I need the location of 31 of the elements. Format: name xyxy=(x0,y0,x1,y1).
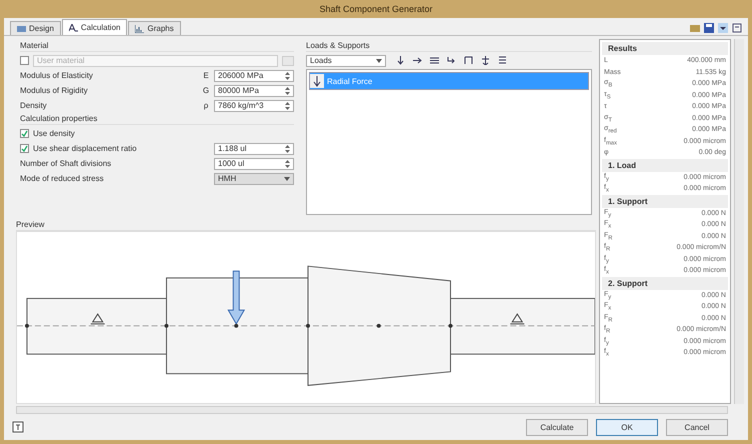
value-field[interactable]: 206000 MPa xyxy=(214,70,294,82)
value-field[interactable]: 1.188 ul xyxy=(214,142,294,154)
value-field[interactable]: 1000 ul xyxy=(214,158,294,170)
symbol-label: E xyxy=(202,71,210,80)
property-label: Use shear displacement ratio xyxy=(33,144,138,153)
property-label: Modulus of Rigidity xyxy=(20,86,89,95)
dialog-button[interactable]: Calculate xyxy=(526,418,588,436)
group-title: Loads & Supports xyxy=(306,41,592,52)
section-title: 1. Load xyxy=(602,158,728,172)
dialog-button[interactable]: Cancel xyxy=(666,418,728,436)
dialog-button[interactable]: OK xyxy=(596,418,658,436)
section-title: 1. Support xyxy=(602,194,728,208)
section-title: Results xyxy=(602,42,728,55)
value-field[interactable]: 80000 MPa xyxy=(214,84,294,96)
group-title: Calculation properties xyxy=(20,114,294,125)
property-label: Number of Shaft divisions xyxy=(20,159,112,168)
property-label: Mode of reduced stress xyxy=(20,174,105,183)
property-label: Use density xyxy=(33,129,76,138)
property-label: Density xyxy=(20,101,48,110)
dropdown[interactable]: HMH xyxy=(214,172,294,184)
value-field[interactable]: 7860 kg/m^3 xyxy=(214,100,294,112)
group-title: Material xyxy=(20,41,294,52)
dropdown[interactable]: Loads xyxy=(306,54,386,66)
tab[interactable]: Design xyxy=(10,21,61,35)
symbol-label: ρ xyxy=(202,101,210,110)
section-title: 2. Support xyxy=(602,276,728,290)
window-title: Shaft Component Generator xyxy=(319,4,433,14)
symbol-label: G xyxy=(202,86,210,95)
tab[interactable]: Calculation xyxy=(62,19,128,35)
property-label: Modulus of Elasticity xyxy=(20,71,94,80)
tab[interactable]: Graphs xyxy=(128,21,181,35)
